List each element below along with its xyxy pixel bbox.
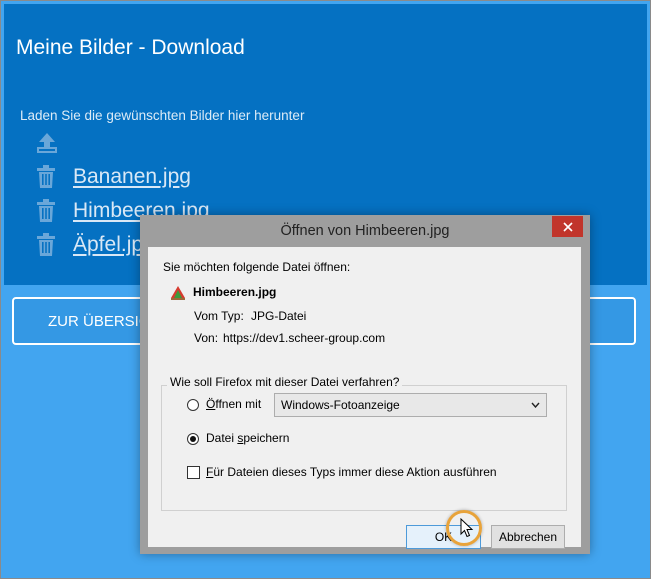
close-button[interactable] [552,216,583,237]
open-with-label-rest: ffnen mit [215,397,262,411]
close-icon [562,221,573,232]
type-label: Vom Typ: [194,309,244,323]
dialog-filename: Himbeeren.jpg [193,285,277,299]
page-title: Meine Bilder - Download [16,36,245,59]
always-do-checkbox[interactable] [187,466,200,479]
dialog-prompt: Sie möchten folgende Datei öffnen: [163,260,351,274]
open-with-select-value: Windows-Fotoanzeige [281,398,400,412]
from-label: Von: [194,331,219,345]
trash-icon[interactable] [36,199,56,223]
type-value: JPG-Datei [251,309,307,323]
page-subtitle: Laden Sie die gewünschten Bilder hier he… [20,108,305,123]
cancel-button[interactable]: Abbrechen [491,525,565,549]
chevron-down-icon [531,402,540,408]
save-file-label[interactable]: Datei speichern [206,431,289,445]
upload-icon[interactable] [36,132,58,159]
save-file-radio[interactable] [187,433,199,445]
from-value: https://dev1.scheer-group.com [223,331,386,345]
dialog-title: Öffnen von Himbeeren.jpg [280,223,450,239]
action-group-label: Wie soll Firefox mit dieser Datei verfah… [167,375,403,389]
radio-selected-dot [190,436,196,442]
dialog-body: Sie möchten folgende Datei öffnen: Himbe… [148,247,581,549]
trash-icon[interactable] [36,233,56,257]
mouse-cursor-icon [460,518,474,538]
open-with-label[interactable]: Öffnen mit [206,397,261,411]
jpg-file-icon [171,286,185,300]
file-link-bananen[interactable]: Bananen.jpg [73,165,191,189]
file-row-aepfel: Äpfel.jpg [36,230,155,260]
open-file-dialog: Öffnen von Himbeeren.jpg Sie möchten fol… [140,215,590,554]
always-do-label[interactable]: Für Dateien dieses Typs immer diese Akti… [206,465,497,479]
trash-icon[interactable] [36,165,56,189]
open-with-select[interactable]: Windows-Fotoanzeige [274,393,547,417]
file-row-bananen: Bananen.jpg [36,162,191,192]
open-with-radio[interactable] [187,399,199,411]
